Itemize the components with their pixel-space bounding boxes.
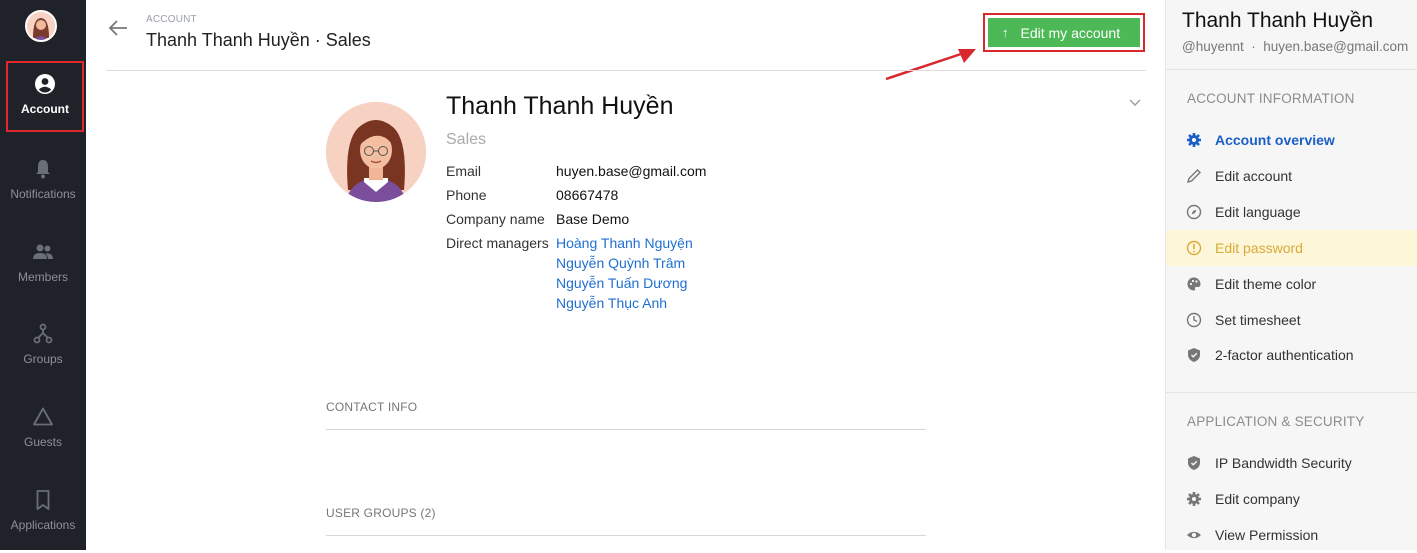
triangle-icon xyxy=(33,407,53,426)
rp-item-label: Account overview xyxy=(1215,132,1335,148)
rp-item-edit-account[interactable]: Edit account xyxy=(1166,158,1417,194)
nav-notifications[interactable]: Notifications xyxy=(0,143,86,215)
company-value: Base Demo xyxy=(556,211,630,227)
members-icon xyxy=(33,244,53,259)
rp-item-set-timesheet[interactable]: Set timesheet xyxy=(1166,302,1417,338)
account-circle-icon xyxy=(35,74,55,94)
eye-icon xyxy=(1187,531,1201,539)
shield-icon xyxy=(1188,456,1200,470)
rp-item-label: Edit company xyxy=(1215,491,1300,507)
user-groups-divider xyxy=(326,535,926,536)
rp-separator: · xyxy=(1247,39,1260,54)
left-nav: Account Notifications Members Groups Gue… xyxy=(0,0,86,550)
edit-my-account-button[interactable]: ↑ Edit my account xyxy=(988,18,1140,47)
rp-email: huyen.base@gmail.com xyxy=(1263,39,1409,54)
rp-divider xyxy=(1166,69,1417,70)
rp-item-ip-bandwidth[interactable]: IP Bandwidth Security xyxy=(1166,445,1417,481)
manager-link[interactable]: Nguyễn Tuấn Dương xyxy=(556,275,687,291)
nav-account-label: Account xyxy=(21,102,69,116)
company-label: Company name xyxy=(446,211,545,227)
email-value: huyen.base@gmail.com xyxy=(556,163,707,179)
manager-link[interactable]: Nguyễn Quỳnh Trâm xyxy=(556,255,685,271)
rp-section-app: APPLICATION & SECURITY xyxy=(1187,414,1365,429)
header-divider xyxy=(106,70,1146,71)
edit-button-label: Edit my account xyxy=(1020,24,1121,41)
chevron-down-icon[interactable] xyxy=(1128,95,1142,109)
nav-account[interactable]: Account xyxy=(6,61,84,132)
bookmark-icon xyxy=(36,490,50,510)
nav-groups-label: Groups xyxy=(23,352,63,366)
nav-guests-label: Guests xyxy=(23,435,62,449)
profile-name: Thanh Thanh Huyền xyxy=(446,92,674,120)
rp-item-view-permission[interactable]: View Permission xyxy=(1166,517,1417,553)
compass-icon xyxy=(1186,204,1202,220)
alert-icon xyxy=(1186,240,1202,256)
rp-item-edit-language[interactable]: Edit language xyxy=(1166,194,1417,230)
palette-icon xyxy=(1187,277,1201,291)
rp-item-label: Edit account xyxy=(1215,168,1293,184)
right-panel: Thanh Thanh Huyền @huyennt · huyen.base@… xyxy=(1165,0,1417,550)
rp-section-account: ACCOUNT INFORMATION xyxy=(1187,91,1355,106)
rp-divider xyxy=(1166,392,1417,393)
rp-item-edit-company[interactable]: Edit company xyxy=(1166,481,1417,517)
profile-role: Sales xyxy=(446,131,487,148)
nav-guests[interactable]: Guests xyxy=(0,391,86,463)
email-label: Email xyxy=(446,163,482,179)
nav-notifications-label: Notifications xyxy=(10,187,76,201)
gear-icon xyxy=(1187,133,1201,147)
back-arrow-icon[interactable] xyxy=(106,16,130,40)
rp-item-label: 2-factor authentication xyxy=(1215,347,1354,363)
phone-value: 08667478 xyxy=(556,187,619,203)
annotation-arrow-icon xyxy=(885,49,976,81)
rp-item-account-overview[interactable]: Account overview xyxy=(1166,122,1417,158)
contact-info-heading: CONTACT INFO xyxy=(326,400,418,414)
rp-item-2fa[interactable]: 2-factor authentication xyxy=(1166,337,1417,373)
rp-username: @huyennt xyxy=(1182,39,1244,54)
nav-members-label: Members xyxy=(17,270,68,284)
rp-item-label: Edit language xyxy=(1215,204,1301,220)
phone-label: Phone xyxy=(446,187,487,203)
profile-avatar xyxy=(326,102,426,202)
shield-icon xyxy=(1188,348,1200,362)
rp-item-label: Set timesheet xyxy=(1215,312,1301,328)
pencil-icon xyxy=(1186,169,1201,184)
page-title: Thanh Thanh Huyền · Sales xyxy=(146,30,371,50)
rp-user-name: Thanh Thanh Huyền xyxy=(1182,9,1374,32)
bell-icon xyxy=(36,160,50,179)
rp-item-label: IP Bandwidth Security xyxy=(1215,455,1352,471)
nav-applications-label: Applications xyxy=(10,518,76,532)
rp-item-label: View Permission xyxy=(1215,527,1319,543)
manager-link[interactable]: Nguyễn Thục Anh xyxy=(556,295,667,311)
gear-icon xyxy=(1187,492,1201,506)
edit-button-highlight: ↑ Edit my account xyxy=(983,13,1145,52)
nav-groups[interactable]: Groups xyxy=(0,308,86,380)
rp-item-label: Edit theme color xyxy=(1215,276,1317,292)
clock-icon xyxy=(1186,312,1202,328)
groups-icon xyxy=(33,323,53,344)
rp-item-label: Edit password xyxy=(1215,240,1303,256)
breadcrumb: ACCOUNT xyxy=(146,14,197,25)
rp-user-sub: @huyennt · huyen.base@gmail.com xyxy=(1182,39,1408,54)
user-avatar[interactable] xyxy=(25,10,57,42)
nav-members[interactable]: Members xyxy=(0,226,86,298)
arrow-up-icon: ↑ xyxy=(1002,25,1009,40)
user-groups-heading: USER GROUPS (2) xyxy=(326,506,436,520)
rp-item-edit-password[interactable]: Edit password xyxy=(1166,230,1417,266)
manager-link[interactable]: Hoàng Thanh Nguyện xyxy=(556,235,693,251)
nav-applications[interactable]: Applications xyxy=(0,474,86,546)
rp-item-edit-theme-color[interactable]: Edit theme color xyxy=(1166,266,1417,302)
managers-label: Direct managers xyxy=(446,235,549,251)
contact-info-divider xyxy=(326,429,926,430)
